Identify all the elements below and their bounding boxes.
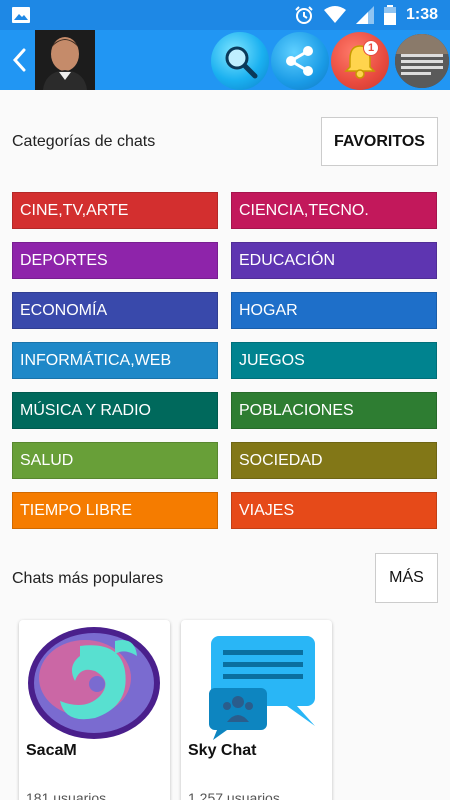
back-button[interactable] <box>6 44 32 76</box>
category-button[interactable]: JUEGOS <box>231 342 437 379</box>
category-button[interactable]: TIEMPO LIBRE <box>12 492 218 529</box>
chat-card-name: Sky Chat <box>188 742 257 759</box>
favorites-button[interactable]: FAVORITOS <box>321 117 438 166</box>
category-button[interactable]: VIAJES <box>231 492 437 529</box>
channel-thumbnail[interactable] <box>393 32 450 90</box>
status-bar: 1:38 <box>0 0 450 30</box>
notifications-button[interactable]: 1 <box>331 32 389 90</box>
share-icon <box>286 46 313 76</box>
category-button[interactable]: POBLACIONES <box>231 392 437 429</box>
sacam-logo-icon <box>28 627 160 739</box>
avatar[interactable] <box>35 30 95 90</box>
chat-card-users: 1.257 usuarios <box>188 790 280 800</box>
category-button[interactable]: ECONOMÍA <box>12 292 218 329</box>
category-button[interactable]: MÚSICA Y RADIO <box>12 392 218 429</box>
image-icon <box>12 7 30 23</box>
chat-card-sky-chat[interactable]: Sky Chat 1.257 usuarios <box>181 620 332 800</box>
categories-title: Categorías de chats <box>12 133 156 150</box>
search-icon <box>225 46 258 79</box>
share-button[interactable] <box>271 32 329 90</box>
alarm-icon <box>295 6 313 24</box>
battery-icon <box>383 5 396 25</box>
more-button[interactable]: MÁS <box>375 553 438 603</box>
category-button[interactable]: CINE,TV,ARTE <box>12 192 218 229</box>
channel-image <box>395 34 449 88</box>
wifi-icon <box>323 6 346 23</box>
chat-bubbles-icon <box>209 636 315 740</box>
signal-icon <box>355 6 374 24</box>
category-button[interactable]: SOCIEDAD <box>231 442 437 479</box>
chat-card-image <box>25 626 164 740</box>
main-content: Categorías de chats FAVORITOS CINE,TV,AR… <box>0 90 450 800</box>
chat-card-sacam[interactable]: SacaM 181 usuarios <box>19 620 170 800</box>
chat-card-image <box>187 626 326 740</box>
chat-card-name: SacaM <box>26 742 77 759</box>
notification-badge: 1 <box>363 40 379 56</box>
app-bar: 1 <box>0 30 450 90</box>
category-button[interactable]: EDUCACIÓN <box>231 242 437 279</box>
popular-title: Chats más populares <box>12 570 164 587</box>
category-button[interactable]: INFORMÁTICA,WEB <box>12 342 218 379</box>
search-button[interactable] <box>211 32 269 90</box>
category-button[interactable]: DEPORTES <box>12 242 218 279</box>
category-button[interactable]: SALUD <box>12 442 218 479</box>
category-button[interactable]: HOGAR <box>231 292 437 329</box>
category-button[interactable]: CIENCIA,TECNO. <box>231 192 437 229</box>
chat-card-users: 181 usuarios <box>26 790 107 800</box>
profile-photo <box>35 30 95 90</box>
back-arrow-icon <box>12 48 26 72</box>
status-time: 1:38 <box>405 6 438 23</box>
